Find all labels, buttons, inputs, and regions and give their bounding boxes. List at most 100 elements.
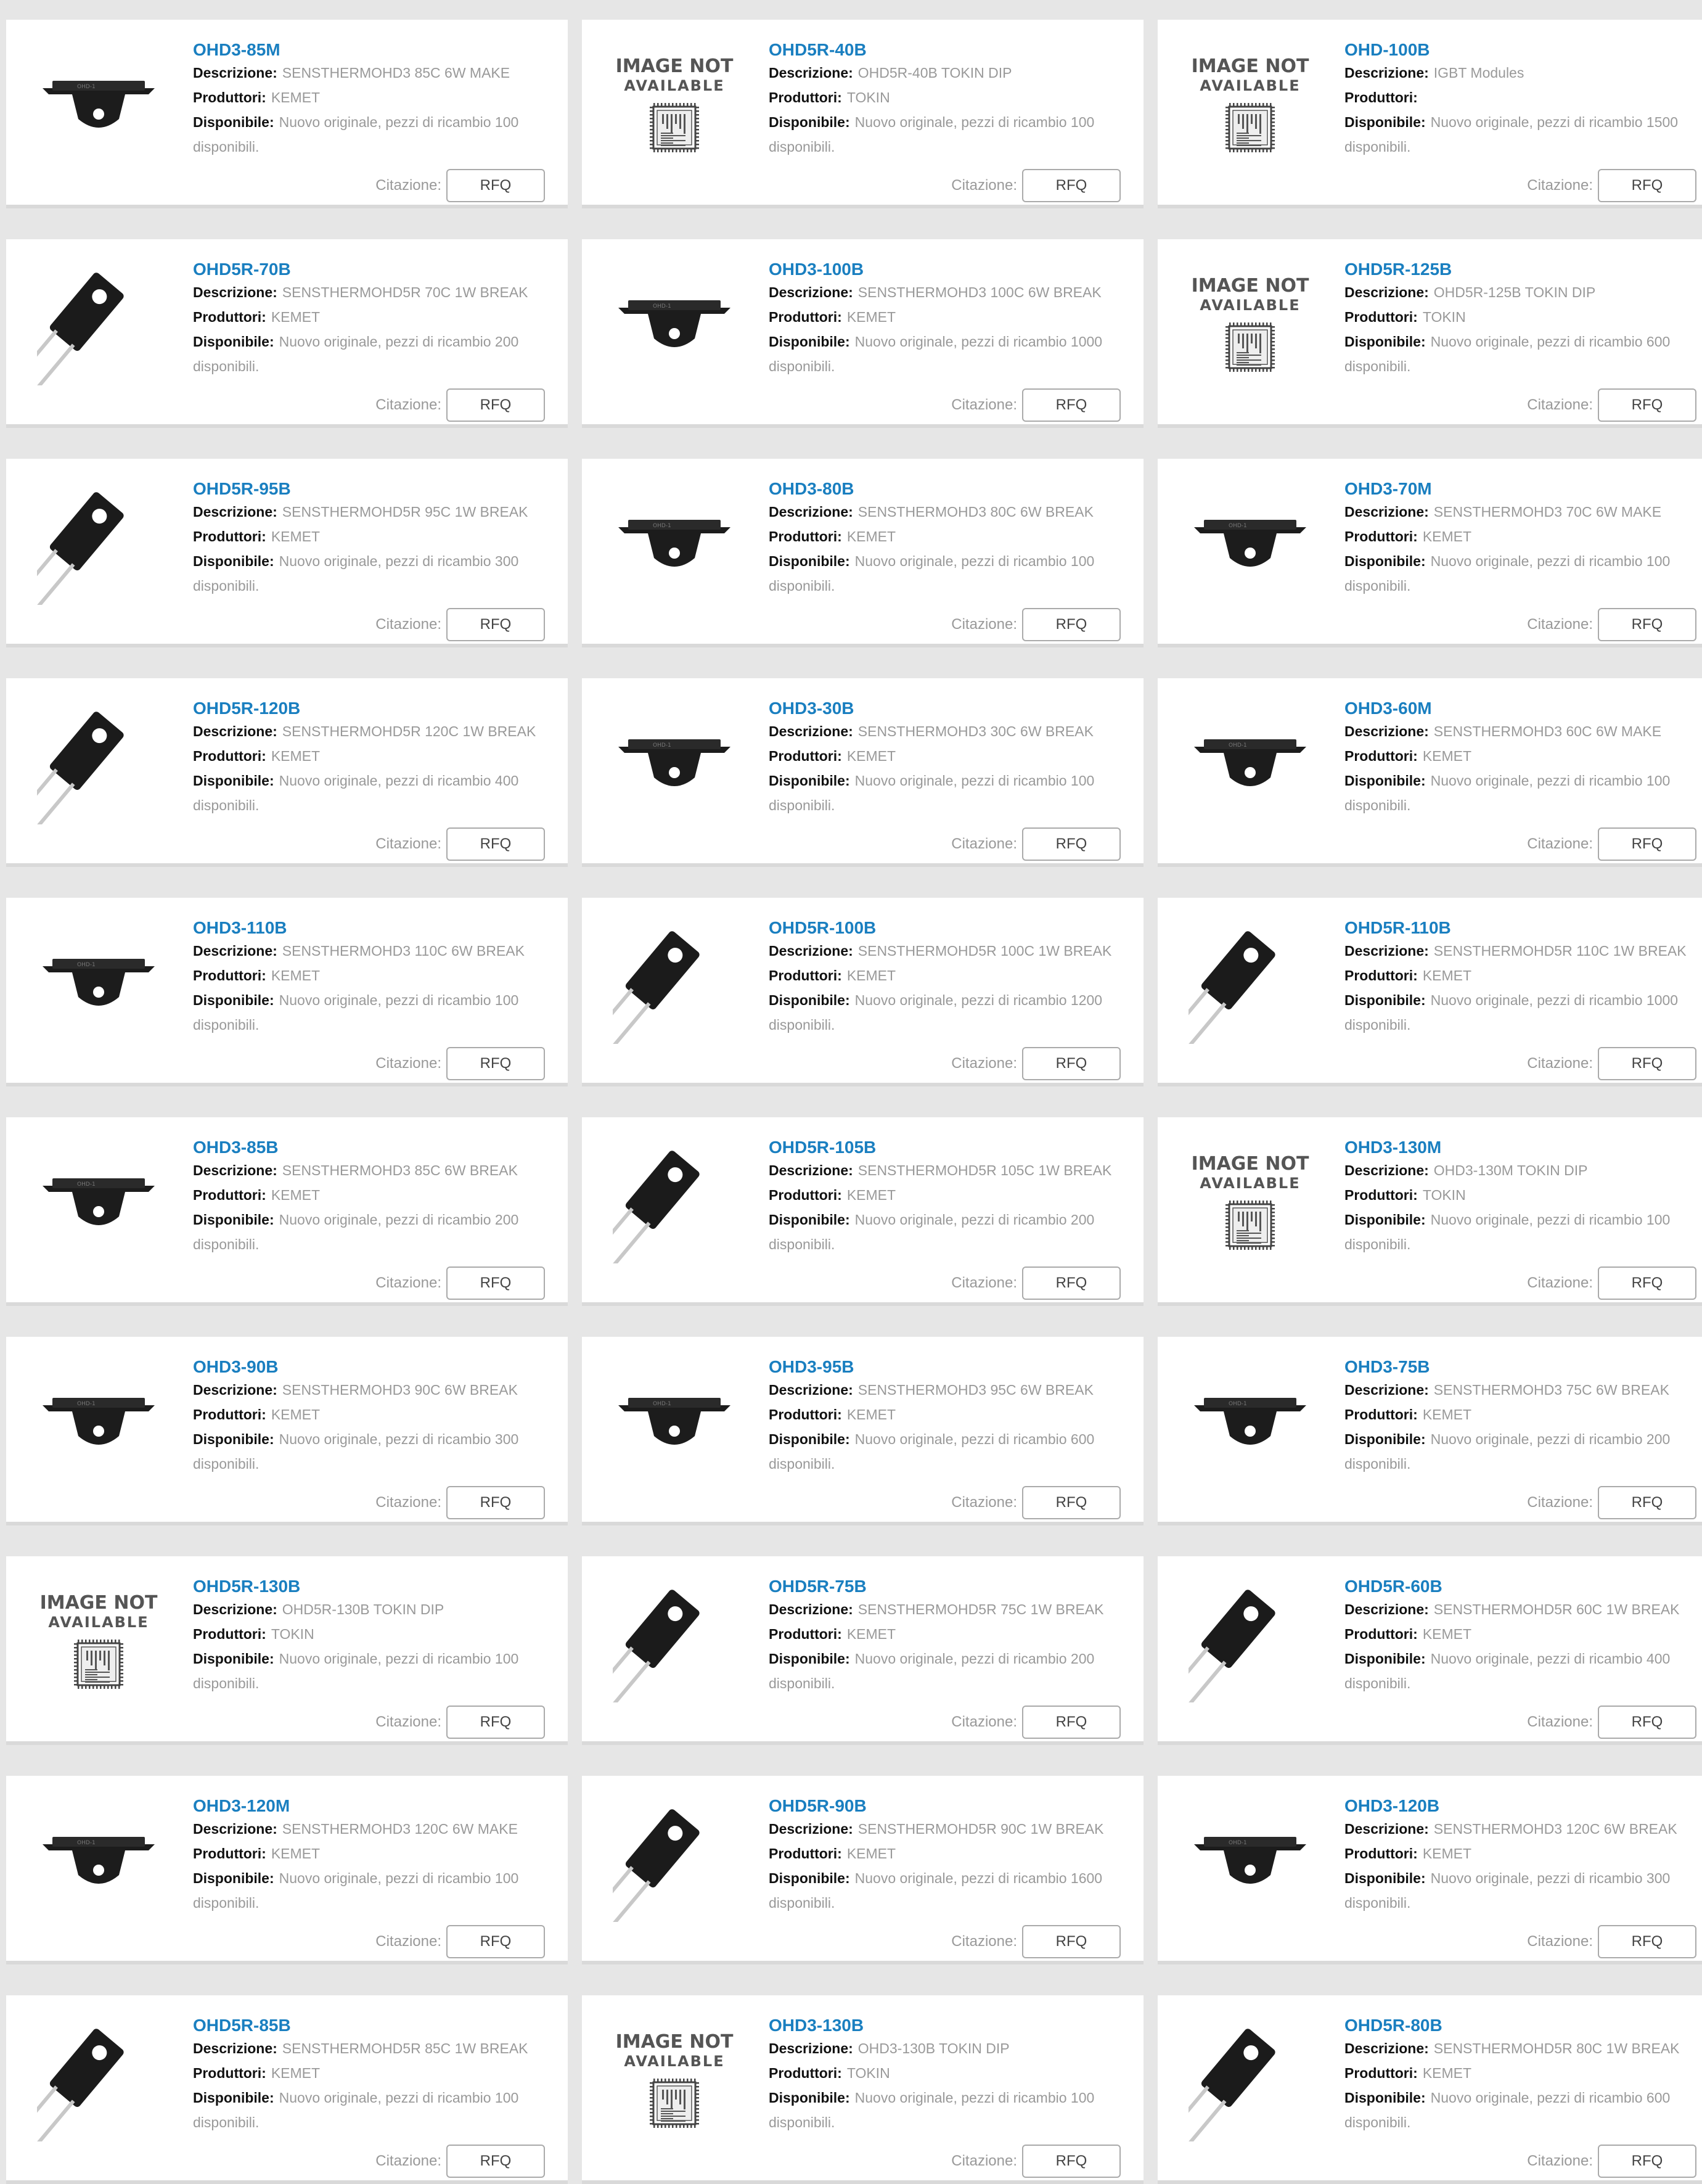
product-image[interactable] [1185, 2015, 1315, 2145]
rfq-button[interactable]: RFQ [446, 1486, 545, 1519]
part-number-link[interactable]: OHD5R-85B [193, 2015, 568, 2036]
part-number-link[interactable]: OHD3-80B [769, 478, 1144, 499]
description-label: Descrizione: [193, 723, 277, 739]
part-number-link[interactable]: OHD3-130B [769, 2015, 1144, 2036]
availability-row: Disponibile: Nuovo originale, pezzi di ri… [769, 1646, 1144, 1696]
part-number-link[interactable]: OHD-100B [1344, 39, 1702, 60]
part-number-link[interactable]: OHD3-130M [1344, 1137, 1702, 1158]
part-number-link[interactable]: OHD3-70M [1344, 478, 1702, 499]
product-image[interactable] [610, 1576, 739, 1706]
product-card: OHD-1 OHD3-110B Descrizione: SENSTHERMOHD… [6, 898, 568, 1086]
part-number-link[interactable]: OHD3-100B [769, 259, 1144, 280]
rfq-button[interactable]: RFQ [446, 827, 545, 861]
rfq-button[interactable]: RFQ [446, 1706, 545, 1739]
rfq-button[interactable]: RFQ [446, 1925, 545, 1958]
product-image[interactable]: OHD-1 [610, 478, 739, 608]
rfq-button[interactable]: RFQ [446, 2145, 545, 2178]
part-number-link[interactable]: OHD5R-70B [193, 259, 568, 280]
quote-row: Citazione: RFQ [1527, 388, 1696, 422]
rfq-button[interactable]: RFQ [1022, 1486, 1121, 1519]
part-number-link[interactable]: OHD3-95B [769, 1357, 1144, 1377]
product-image[interactable] [34, 2015, 163, 2145]
product-image[interactable]: OHD-1 [1185, 698, 1315, 827]
rfq-button[interactable]: RFQ [1598, 608, 1696, 641]
part-number-link[interactable]: OHD5R-125B [1344, 259, 1702, 280]
product-image[interactable]: OHD-1 [34, 918, 163, 1047]
rfq-button[interactable]: RFQ [1022, 1706, 1121, 1739]
part-number-link[interactable]: OHD5R-60B [1344, 1576, 1702, 1597]
product-image[interactable]: IMAGE NOT AVAILABLE [610, 2015, 739, 2145]
rfq-button[interactable]: RFQ [1022, 1925, 1121, 1958]
part-number-link[interactable]: OHD3-120B [1344, 1796, 1702, 1817]
part-number-link[interactable]: OHD3-75B [1344, 1357, 1702, 1377]
product-image[interactable]: OHD-1 [1185, 1796, 1315, 1925]
product-image[interactable]: OHD-1 [34, 39, 163, 169]
rfq-button[interactable]: RFQ [446, 1266, 545, 1300]
rfq-button[interactable]: RFQ [446, 169, 545, 202]
product-image[interactable] [1185, 918, 1315, 1047]
part-number-link[interactable]: OHD3-90B [193, 1357, 568, 1377]
product-image[interactable]: OHD-1 [34, 1137, 163, 1266]
description-row: Descrizione: SENSTHERMOHD3 75C 6W BREAK [1344, 1377, 1702, 1402]
product-image[interactable]: OHD-1 [610, 698, 739, 827]
rfq-button[interactable]: RFQ [1598, 1266, 1696, 1300]
product-image[interactable]: IMAGE NOT AVAILABLE [1185, 1137, 1315, 1266]
product-image[interactable] [610, 1137, 739, 1266]
part-number-link[interactable]: OHD3-85M [193, 39, 568, 60]
rfq-button[interactable]: RFQ [1598, 169, 1696, 202]
rfq-button[interactable]: RFQ [1022, 1266, 1121, 1300]
part-number-link[interactable]: OHD5R-90B [769, 1796, 1144, 1817]
image-not-available-line1: IMAGE NOT [1192, 55, 1309, 77]
product-image[interactable] [34, 478, 163, 608]
rfq-button[interactable]: RFQ [1598, 1706, 1696, 1739]
product-image[interactable]: OHD-1 [34, 1357, 163, 1486]
product-image[interactable] [34, 259, 163, 388]
part-number-link[interactable]: OHD5R-40B [769, 39, 1144, 60]
product-image[interactable] [1185, 1576, 1315, 1706]
rfq-button[interactable]: RFQ [1598, 2145, 1696, 2178]
part-number-link[interactable]: OHD5R-75B [769, 1576, 1144, 1597]
rfq-button[interactable]: RFQ [1022, 388, 1121, 422]
product-image[interactable] [34, 698, 163, 827]
product-image[interactable]: IMAGE NOT AVAILABLE [34, 1576, 163, 1706]
description-row: Descrizione: OHD5R-40B TOKIN DIP [769, 60, 1144, 85]
manufacturer-row: Produttori: KEMET [769, 1183, 1144, 1207]
part-number-link[interactable]: OHD5R-110B [1344, 918, 1702, 938]
part-number-link[interactable]: OHD5R-80B [1344, 2015, 1702, 2036]
product-image[interactable]: OHD-1 [1185, 478, 1315, 608]
product-image[interactable]: IMAGE NOT AVAILABLE [610, 39, 739, 169]
rfq-button[interactable]: RFQ [1598, 827, 1696, 861]
product-image[interactable] [610, 918, 739, 1047]
product-image[interactable]: OHD-1 [610, 259, 739, 388]
part-number-link[interactable]: OHD3-30B [769, 698, 1144, 719]
rfq-button[interactable]: RFQ [446, 1047, 545, 1080]
rfq-button[interactable]: RFQ [1598, 1925, 1696, 1958]
part-number-link[interactable]: OHD5R-120B [193, 698, 568, 719]
product-image[interactable]: IMAGE NOT AVAILABLE [1185, 39, 1315, 169]
rfq-button[interactable]: RFQ [446, 388, 545, 422]
part-number-link[interactable]: OHD3-110B [193, 918, 568, 938]
rfq-button[interactable]: RFQ [1598, 388, 1696, 422]
rfq-button[interactable]: RFQ [1022, 827, 1121, 861]
product-image[interactable]: IMAGE NOT AVAILABLE [1185, 259, 1315, 388]
part-number-link[interactable]: OHD5R-100B [769, 918, 1144, 938]
rfq-button[interactable]: RFQ [1598, 1486, 1696, 1519]
part-number-link[interactable]: OHD5R-105B [769, 1137, 1144, 1158]
quote-label: Citazione: [375, 616, 441, 633]
product-image[interactable]: OHD-1 [1185, 1357, 1315, 1486]
part-number-link[interactable]: OHD3-120M [193, 1796, 568, 1817]
part-number-link[interactable]: OHD5R-130B [193, 1576, 568, 1597]
part-number-link[interactable]: OHD3-85B [193, 1137, 568, 1158]
product-image[interactable]: OHD-1 [34, 1796, 163, 1925]
rfq-button[interactable]: RFQ [1022, 1047, 1121, 1080]
quote-row: Citazione: RFQ [1527, 1046, 1696, 1081]
rfq-button[interactable]: RFQ [1598, 1047, 1696, 1080]
part-number-link[interactable]: OHD5R-95B [193, 478, 568, 499]
product-image[interactable] [610, 1796, 739, 1925]
rfq-button[interactable]: RFQ [446, 608, 545, 641]
product-image[interactable]: OHD-1 [610, 1357, 739, 1486]
rfq-button[interactable]: RFQ [1022, 169, 1121, 202]
rfq-button[interactable]: RFQ [1022, 608, 1121, 641]
rfq-button[interactable]: RFQ [1022, 2145, 1121, 2178]
part-number-link[interactable]: OHD3-60M [1344, 698, 1702, 719]
